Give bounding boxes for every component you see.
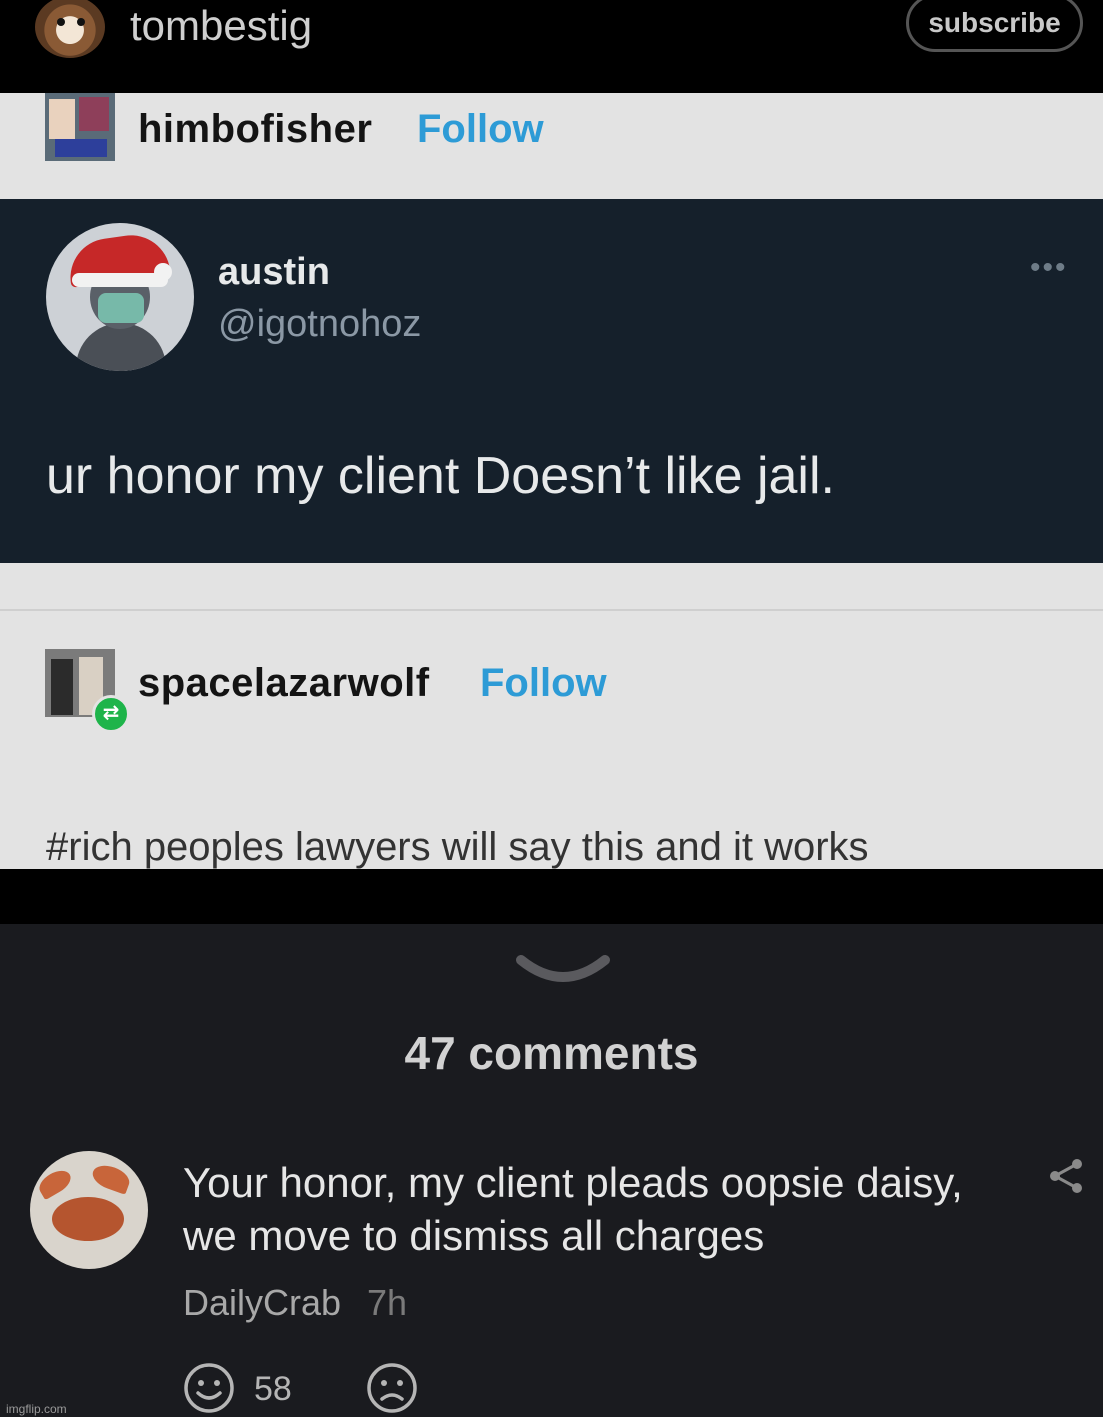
watermark: imgflip.com [6,1402,67,1416]
blog-name[interactable]: tombestig [130,2,312,50]
chevron-down-icon[interactable] [515,954,611,988]
like-count: 58 [254,1370,292,1408]
more-options-icon: ••• [1030,251,1068,284]
tweet-display-name: austin [218,251,330,293]
reblog-icon: ⇄ [92,695,130,733]
separator [0,869,1103,924]
tweet-avatar [46,223,194,371]
follow-button[interactable]: Follow [480,661,607,706]
comments-section: 47 comments Your honor, my client pleads… [0,924,1103,1417]
comment-text: Your honor, my client pleads oopsie dais… [183,1159,963,1259]
tweet-handle: @igotnohoz [218,303,422,345]
avatar[interactable] [30,1151,148,1269]
username[interactable]: himbofisher [138,107,372,152]
top-bar: tombestig subscribe [0,0,1103,93]
post-tags[interactable]: #rich peoples lawyers will say this and … [46,825,869,870]
follow-button[interactable]: Follow [417,107,544,152]
tweet-text: ur honor my client Doesn’t like jail. [46,447,835,505]
blog-avatar[interactable] [35,0,105,58]
comment-username[interactable]: DailyCrab [183,1282,341,1324]
avatar[interactable] [45,93,115,161]
username[interactable]: spacelazarwolf [138,661,430,706]
reblog-header-himbofisher: himbofisher Follow [0,93,1103,199]
comments-count: 47 comments [404,1027,699,1079]
subscribe-button[interactable]: subscribe [906,0,1083,52]
share-icon[interactable] [1046,1156,1086,1196]
reblog-header-spacelazarwolf: ⇄ spacelazarwolf Follow #rich peoples la… [0,563,1103,869]
frown-reaction-icon[interactable] [366,1362,418,1414]
embedded-tweet: austin @igotnohoz ••• ur honor my client… [0,199,1103,563]
smile-reaction-icon[interactable] [183,1362,235,1414]
comment-timestamp: 7h [367,1282,408,1323]
divider [0,609,1103,611]
